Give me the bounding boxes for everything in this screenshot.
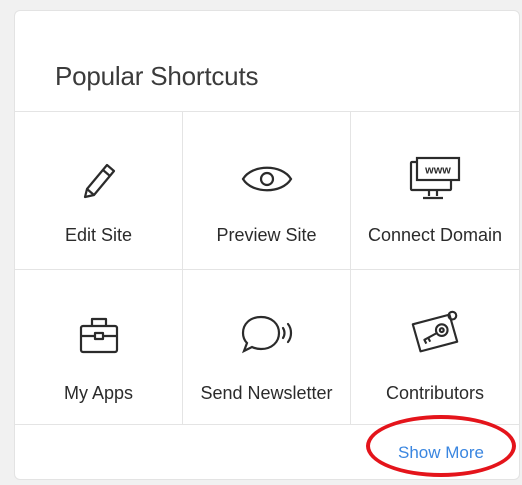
shortcut-contributors[interactable]: Contributors [351, 270, 519, 424]
shortcut-my-apps[interactable]: My Apps [15, 270, 182, 424]
www-text: www [424, 165, 451, 177]
speech-bubble-icon [239, 310, 295, 360]
panel-title: Popular Shortcuts [55, 61, 259, 91]
shortcut-send-newsletter[interactable]: Send Newsletter [183, 270, 350, 424]
popular-shortcuts-panel: Popular Shortcuts Edit Site Preview Site [14, 10, 520, 480]
shortcut-label: Preview Site [216, 225, 317, 245]
pencil-icon [71, 154, 127, 204]
www-monitor-icon: www [407, 154, 463, 204]
shortcut-label: Send Newsletter [200, 383, 333, 403]
briefcase-icon [71, 310, 127, 360]
shortcut-label: Edit Site [64, 225, 133, 245]
key-card-icon [407, 308, 463, 358]
shortcut-label: My Apps [63, 383, 134, 403]
shortcut-preview-site[interactable]: Preview Site [183, 112, 350, 269]
shortcut-label: Connect Domain [367, 225, 503, 245]
divider [15, 424, 519, 425]
show-more-link[interactable]: Show More [398, 443, 484, 463]
shortcut-edit-site[interactable]: Edit Site [15, 112, 182, 269]
eye-icon [239, 154, 295, 204]
shortcut-label: Contributors [385, 383, 485, 403]
shortcut-connect-domain[interactable]: www Connect Domain [351, 112, 519, 269]
